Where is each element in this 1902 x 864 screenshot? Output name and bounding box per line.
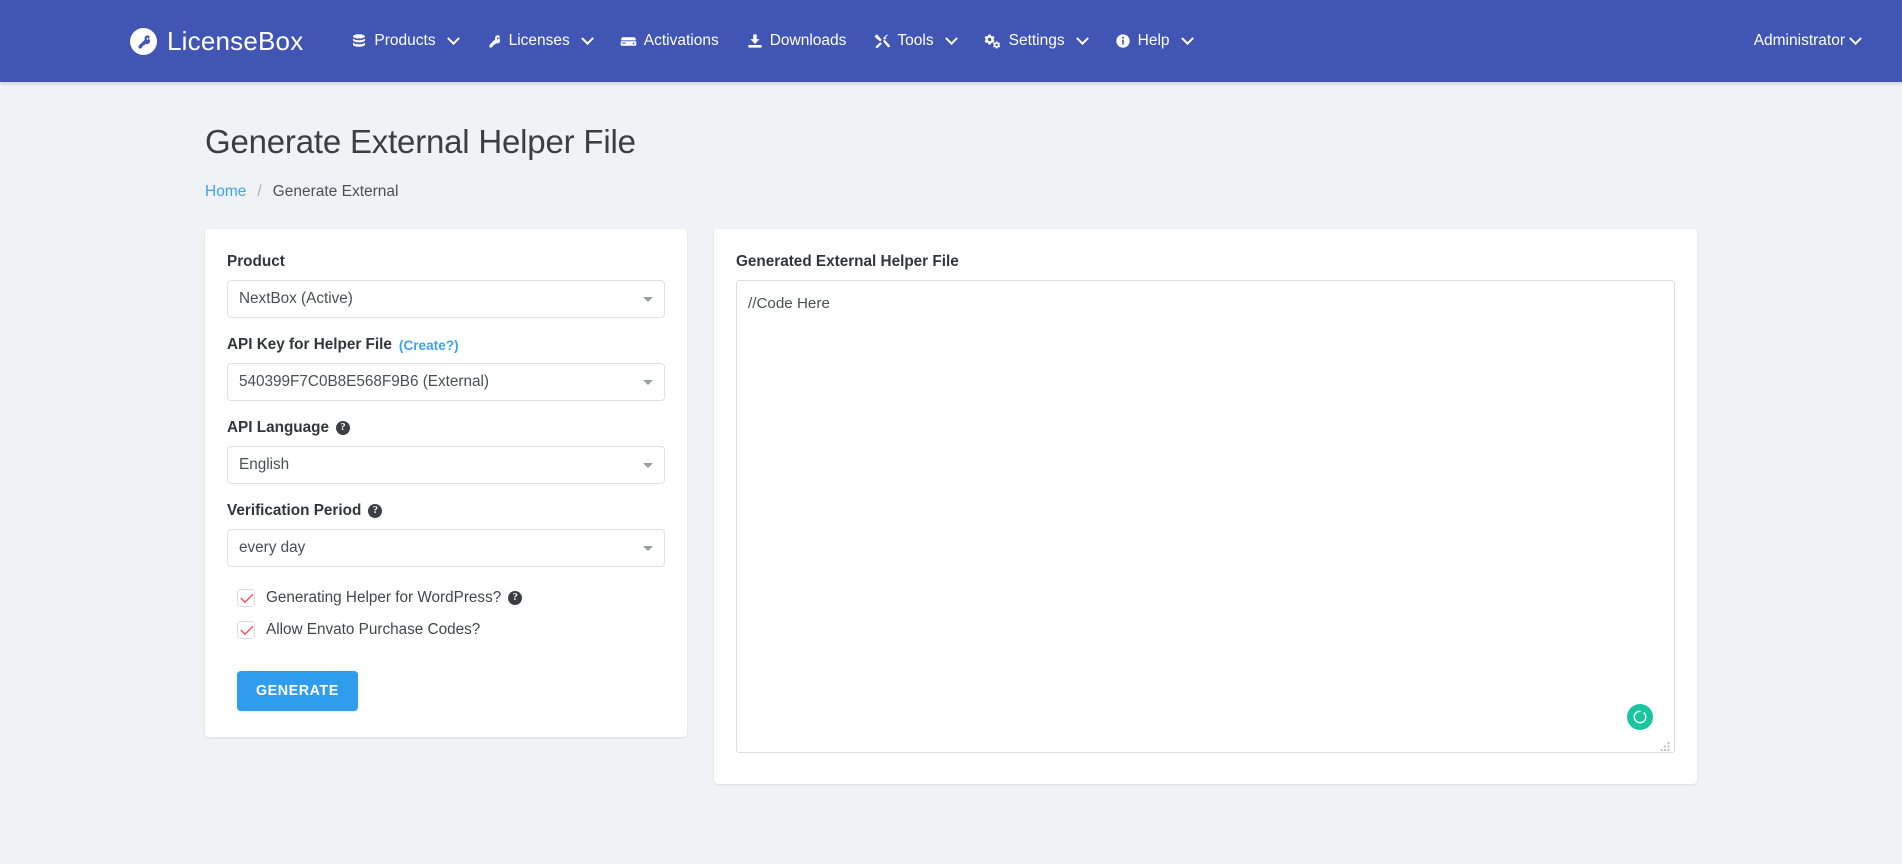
breadcrumb-separator: / [257, 183, 262, 200]
key-icon [486, 33, 502, 49]
product-label: Product [227, 253, 665, 271]
brand-logo[interactable]: LicenseBox [130, 26, 303, 57]
envato-checkbox[interactable] [237, 621, 255, 639]
api-key-create-link[interactable]: (Create?) [399, 338, 459, 353]
caret-down-icon [643, 546, 653, 551]
chevron-down-icon [1180, 31, 1194, 45]
api-key-label: API Key for Helper File (Create?) [227, 336, 665, 354]
nav-label-tools: Tools [897, 32, 934, 49]
chevron-down-icon [580, 31, 594, 45]
key-icon [130, 27, 157, 55]
download-icon [747, 33, 763, 49]
verification-period-label: Verification Period ? [227, 502, 665, 520]
nav-label-activations: Activations [643, 32, 719, 49]
nav-item-help[interactable]: Help [1101, 22, 1206, 60]
code-area-wrapper [736, 280, 1675, 758]
content-row: Product NextBox (Active) API Key for Hel… [205, 229, 1697, 784]
generated-output-label-text: Generated External Helper File [736, 253, 959, 270]
envato-checkbox-label: Allow Envato Purchase Codes? [266, 621, 480, 639]
nav-items: Products Licenses Activations Downloads … [337, 22, 1749, 60]
caret-down-icon [643, 463, 653, 468]
nav-item-activations[interactable]: Activations [606, 22, 733, 60]
api-key-label-text: API Key for Helper File [227, 336, 392, 353]
chevron-down-icon [1849, 31, 1862, 45]
page-container: Generate External Helper File Home / Gen… [0, 123, 1902, 784]
verification-period-select-value: every day [239, 539, 306, 556]
nav-item-licenses[interactable]: Licenses [472, 22, 606, 60]
generated-output-label: Generated External Helper File [736, 253, 1675, 271]
chevron-down-icon [446, 31, 460, 45]
product-select-value: NextBox (Active) [239, 290, 353, 307]
generated-output-card: Generated External Helper File [714, 229, 1697, 784]
api-language-label-text: API Language [227, 419, 329, 436]
api-key-select-value: 540399F7C0B8E568F9B6 (External) [239, 373, 490, 390]
nav-label-products: Products [374, 32, 436, 49]
help-circle-icon[interactable]: ? [508, 591, 523, 605]
chevron-down-icon [944, 31, 958, 45]
verification-period-label-text: Verification Period [227, 502, 362, 519]
nav-label-licenses: Licenses [508, 32, 570, 49]
cogs-icon [984, 33, 1002, 49]
product-select[interactable]: NextBox (Active) [227, 280, 665, 318]
brand-name: LicenseBox [167, 25, 304, 56]
product-label-text: Product [227, 253, 285, 270]
wordpress-checkbox-label: Generating Helper for WordPress? ? [266, 589, 523, 607]
account-label: Administrator [1753, 32, 1845, 49]
api-key-select[interactable]: 540399F7C0B8E568F9B6 (External) [227, 363, 665, 401]
nav-item-tools[interactable]: Tools [860, 22, 969, 60]
generate-button[interactable]: GENERATE [237, 671, 358, 711]
nav-label-downloads: Downloads [769, 32, 847, 49]
generate-form-card: Product NextBox (Active) API Key for Hel… [205, 229, 687, 737]
help-circle-icon[interactable]: ? [336, 421, 350, 435]
api-language-select-value: English [239, 456, 290, 473]
tools-icon [874, 33, 891, 49]
caret-down-icon [643, 297, 653, 302]
database-icon [351, 33, 367, 49]
breadcrumb-home[interactable]: Home [205, 183, 246, 201]
help-circle-icon[interactable]: ? [368, 504, 383, 518]
api-language-select[interactable]: English [227, 446, 665, 484]
nav-item-products[interactable]: Products [337, 22, 471, 60]
hdd-icon [620, 33, 637, 50]
top-navbar: LicenseBox Products Licenses Activations… [0, 0, 1902, 82]
breadcrumb-current: Generate External [272, 183, 399, 200]
breadcrumb: Home / Generate External [205, 183, 1697, 201]
wordpress-checkbox[interactable] [237, 589, 255, 607]
nav-item-settings[interactable]: Settings [970, 22, 1101, 60]
account-menu[interactable]: Administrator [1750, 22, 1864, 60]
chevron-down-icon [1075, 31, 1089, 45]
verification-period-select[interactable]: every day [227, 529, 665, 567]
wordpress-checkbox-label-text: Generating Helper for WordPress? [266, 589, 502, 606]
info-circle-icon [1115, 33, 1131, 49]
loading-spinner-badge [1627, 704, 1653, 730]
page-title: Generate External Helper File [205, 123, 636, 160]
api-language-label: API Language ? [227, 419, 665, 437]
wordpress-checkbox-row: Generating Helper for WordPress? ? [237, 589, 665, 607]
envato-checkbox-row: Allow Envato Purchase Codes? [237, 621, 665, 639]
nav-label-settings: Settings [1008, 32, 1065, 49]
nav-label-help: Help [1137, 32, 1170, 49]
generated-code-textarea[interactable] [736, 280, 1675, 753]
envato-checkbox-label-text: Allow Envato Purchase Codes? [266, 621, 481, 638]
nav-item-downloads[interactable]: Downloads [733, 22, 861, 60]
caret-down-icon [643, 380, 653, 385]
